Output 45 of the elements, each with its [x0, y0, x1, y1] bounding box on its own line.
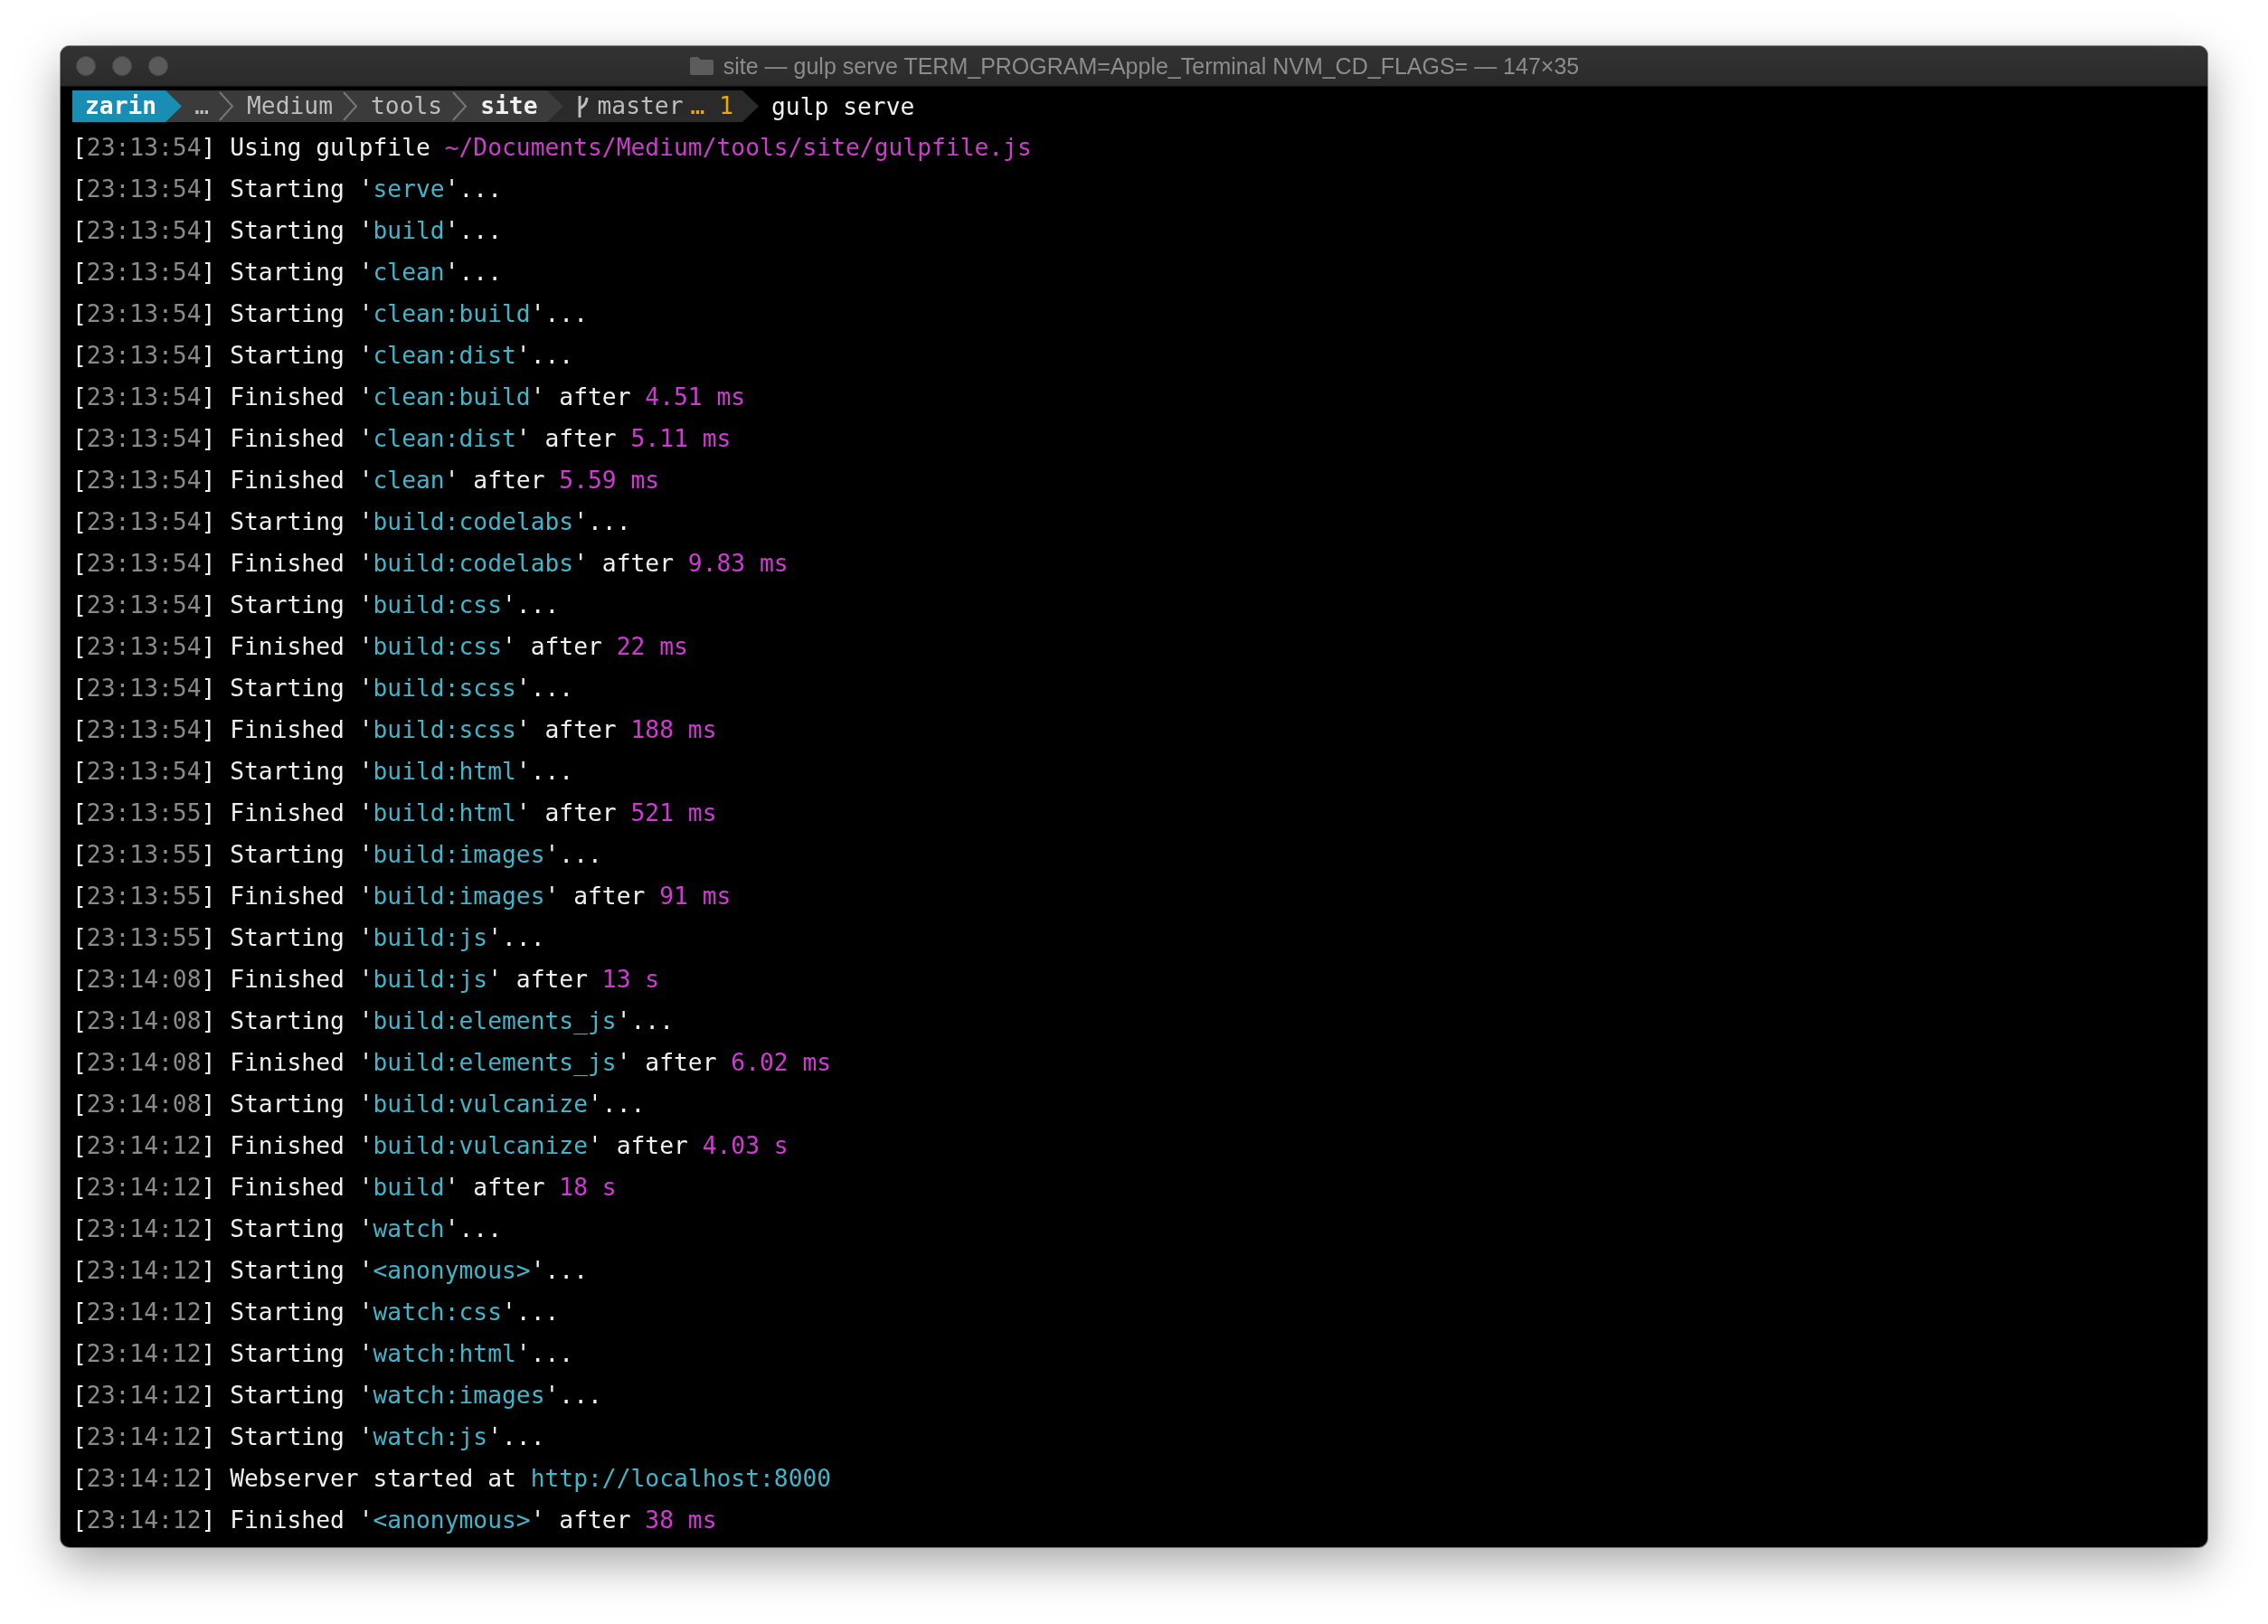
log-line: [23:13:54] Finished 'clean' after 5.59 ms	[72, 466, 661, 496]
log-line: [23:13:55] Finished 'build:html' after 521 ms	[72, 798, 718, 828]
zoom-button[interactable]	[148, 56, 168, 76]
log-line: [23:13:54] Starting 'build:codelabs'...	[72, 507, 632, 537]
log-line: [23:14:12] Starting '<anonymous>'...	[72, 1256, 589, 1286]
log-line: [23:14:12] Starting 'watch'...	[72, 1214, 504, 1244]
folder-icon	[688, 56, 714, 76]
branch-name: master	[597, 91, 684, 121]
log-line: [23:13:54] Using gulpfile ~/Documents/Medium/tools/site/gulpfile.js	[72, 133, 1033, 163]
path-segment: …	[182, 90, 218, 122]
log-line: [23:13:54] Starting 'clean:build'...	[72, 299, 589, 329]
log-line: [23:13:54] Starting 'build:css'...	[72, 590, 561, 620]
log-line: [23:14:08] Finished 'build:elements_js' after 6.02 ms	[72, 1048, 833, 1078]
minimize-button[interactable]	[112, 56, 132, 76]
log-line: [23:13:54] Finished 'clean:build' after 4.51 ms	[72, 382, 747, 412]
log-line: [23:13:55] Starting 'build:js'...	[72, 923, 546, 953]
log-line: [23:14:12] Starting 'watch:html'...	[72, 1339, 575, 1369]
log-line: [23:13:55] Finished 'build:images' after 91 ms	[72, 882, 732, 911]
path-segment: tools	[358, 90, 452, 122]
window-title: site — gulp serve TERM_PROGRAM=Apple_Terminal NVM_CD_FLAGS= — 147×35	[723, 52, 1580, 80]
log-line: [23:13:54] Finished 'build:scss' after 188 ms	[72, 715, 718, 745]
log-line: [23:13:54] Starting 'build:html'...	[72, 757, 575, 787]
log-line: [23:14:08] Finished 'build:js' after 13 s	[72, 965, 661, 995]
log-line: [23:14:12] Finished 'build' after 18 s	[72, 1173, 618, 1203]
log-line: [23:13:54] Finished 'build:css' after 22 ms	[72, 632, 689, 662]
close-button[interactable]	[76, 56, 96, 76]
log-line: [23:13:55] Starting 'build:images'...	[72, 840, 603, 870]
changes-count: … 1	[690, 91, 734, 121]
log-line: [23:13:54] Finished 'clean:dist' after 5.11 ms	[72, 424, 732, 454]
log-line: [23:13:54] Starting 'clean:dist'...	[72, 341, 575, 371]
log-line: [23:14:12] Starting 'watch:images'...	[72, 1381, 603, 1411]
log-line: [23:13:54] Starting 'build'...	[72, 216, 504, 246]
log-line: [23:14:08] Starting 'build:vulcanize'...	[72, 1090, 647, 1119]
log-line: [23:13:54] Finished 'build:codelabs' after 9.83 ms	[72, 549, 789, 579]
log-line: [23:14:12] Starting 'watch:js'...	[72, 1422, 546, 1452]
log-line: [23:14:12] Starting 'watch:css'...	[72, 1298, 561, 1327]
log-line: [23:13:54] Starting 'build:scss'...	[72, 674, 575, 703]
log-line: [23:14:12] Webserver started at http://localhost:8000	[72, 1464, 833, 1494]
path-segment: Medium	[234, 90, 342, 122]
log-line: [23:13:54] Starting 'clean'...	[72, 258, 504, 288]
log-line: [23:13:54] Starting 'serve'...	[72, 175, 504, 204]
log-line: [23:14:08] Starting 'build:elements_js'...	[72, 1006, 675, 1036]
command-text: gulp serve	[770, 92, 915, 120]
log-line: [23:14:12] Finished '<anonymous>' after 38 ms	[72, 1506, 718, 1535]
log-line: [23:14:12] Finished 'build:vulcanize' after 4.03 s	[72, 1131, 789, 1161]
